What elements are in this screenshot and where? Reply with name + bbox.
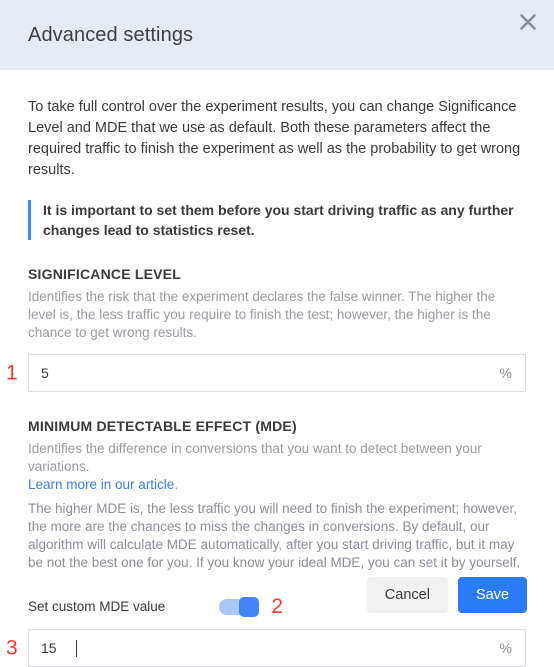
learn-more-period: .	[174, 477, 179, 492]
mde-heading: MINIMUM DETECTABLE EFFECT (MDE)	[28, 418, 297, 434]
dialog-footer: Cancel Save	[366, 577, 527, 613]
page-title: Advanced settings	[28, 23, 194, 46]
significance-level-input-wrap[interactable]: %	[28, 354, 526, 392]
dialog-header: Advanced settings	[0, 0, 554, 70]
toggle-knob-icon	[239, 596, 260, 617]
important-callout: It is important to set them before you s…	[28, 200, 526, 240]
significance-level-field-row: 1 %	[6, 354, 526, 392]
mde-description-text: Identifies the difference in conversions…	[28, 441, 482, 474]
annotation-marker-2: 2	[271, 595, 283, 618]
annotation-marker-3: 3	[6, 636, 18, 660]
mde-input[interactable]	[29, 629, 500, 667]
mde-field-row: 3 %	[6, 629, 526, 667]
mde-input-wrap[interactable]: %	[28, 629, 526, 667]
significance-level-input[interactable]	[29, 354, 500, 392]
learn-more-link[interactable]: Learn more in our article	[28, 477, 174, 492]
significance-level-heading: SIGNIFICANCE LEVEL	[28, 266, 181, 282]
save-button[interactable]: Save	[457, 577, 527, 613]
mde-long-description: The higher MDE is, the less traffic you …	[28, 501, 521, 570]
significance-level-description: Identifies the risk that the experiment …	[28, 289, 496, 340]
advanced-settings-dialog: Advanced settings To take full control o…	[0, 0, 554, 667]
close-icon[interactable]	[514, 8, 542, 36]
text-cursor-icon	[76, 640, 77, 657]
percent-suffix-significance: %	[499, 365, 512, 381]
percent-suffix-mde: %	[499, 640, 512, 656]
custom-mde-toggle[interactable]	[219, 596, 260, 617]
cancel-button[interactable]: Cancel	[366, 577, 448, 613]
mde-description: Identifies the difference in conversions…	[28, 440, 526, 494]
annotation-marker-1: 1	[6, 361, 18, 385]
custom-mde-toggle-label: Set custom MDE value	[28, 599, 166, 614]
intro-paragraph: To take full control over the experiment…	[28, 99, 521, 178]
